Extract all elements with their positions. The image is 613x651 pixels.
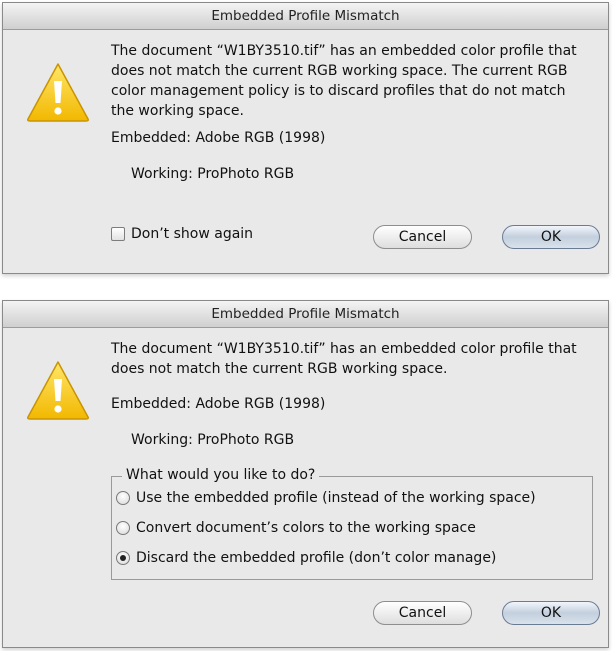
ok-button[interactable]: OK bbox=[502, 601, 600, 625]
option-discard-profile[interactable]: Discard the embedded profile (don’t colo… bbox=[116, 550, 496, 566]
dialog-message: The document “W1BY3510.tif” has an embed… bbox=[111, 341, 577, 377]
action-choice-group: What would you like to do? Use the embed… bbox=[111, 467, 593, 580]
working-value: ProPhoto RGB bbox=[197, 166, 295, 182]
dont-show-again-option[interactable]: Don’t show again bbox=[111, 226, 253, 242]
embedded-label: Embedded: bbox=[111, 396, 191, 412]
group-title: What would you like to do? bbox=[122, 467, 320, 483]
dialog-title: Embedded Profile Mismatch bbox=[3, 3, 608, 30]
warning-icon bbox=[27, 361, 89, 420]
cancel-button[interactable]: Cancel bbox=[373, 601, 472, 625]
profile-mismatch-dialog-choice: Embedded Profile Mismatch The document “… bbox=[2, 300, 609, 648]
working-space-row: Working: ProPhoto RGB bbox=[131, 432, 294, 448]
radio-button-selected[interactable] bbox=[116, 551, 130, 565]
embedded-value: Adobe RGB (1998) bbox=[195, 130, 326, 146]
working-space-row: Working: ProPhoto RGB bbox=[131, 166, 294, 182]
radio-button[interactable] bbox=[116, 491, 130, 505]
option-use-embedded[interactable]: Use the embedded profile (instead of the… bbox=[116, 490, 536, 506]
working-label: Working: bbox=[131, 432, 193, 448]
working-label: Working: bbox=[131, 166, 193, 182]
option-label[interactable]: Use the embedded profile (instead of the… bbox=[136, 490, 536, 506]
dialog-message: The document “W1BY3510.tif” has an embed… bbox=[111, 43, 577, 119]
dont-show-again-label[interactable]: Don’t show again bbox=[131, 226, 253, 242]
dialog-title: Embedded Profile Mismatch bbox=[3, 301, 608, 328]
option-convert-colors[interactable]: Convert document’s colors to the working… bbox=[116, 520, 476, 536]
embedded-profile-row: Embedded: Adobe RGB (1998) bbox=[111, 130, 325, 146]
embedded-value: Adobe RGB (1998) bbox=[195, 396, 326, 412]
embedded-label: Embedded: bbox=[111, 130, 191, 146]
embedded-profile-row: Embedded: Adobe RGB (1998) bbox=[111, 396, 325, 412]
option-label[interactable]: Discard the embedded profile (don’t colo… bbox=[136, 550, 496, 566]
profile-mismatch-dialog-policy: Embedded Profile Mismatch The document “… bbox=[2, 2, 609, 274]
dont-show-again-checkbox[interactable] bbox=[111, 227, 125, 241]
warning-icon bbox=[27, 63, 89, 122]
option-label[interactable]: Convert document’s colors to the working… bbox=[136, 520, 476, 536]
working-value: ProPhoto RGB bbox=[197, 432, 295, 448]
cancel-button[interactable]: Cancel bbox=[373, 225, 472, 249]
ok-button[interactable]: OK bbox=[502, 225, 600, 249]
radio-button[interactable] bbox=[116, 521, 130, 535]
